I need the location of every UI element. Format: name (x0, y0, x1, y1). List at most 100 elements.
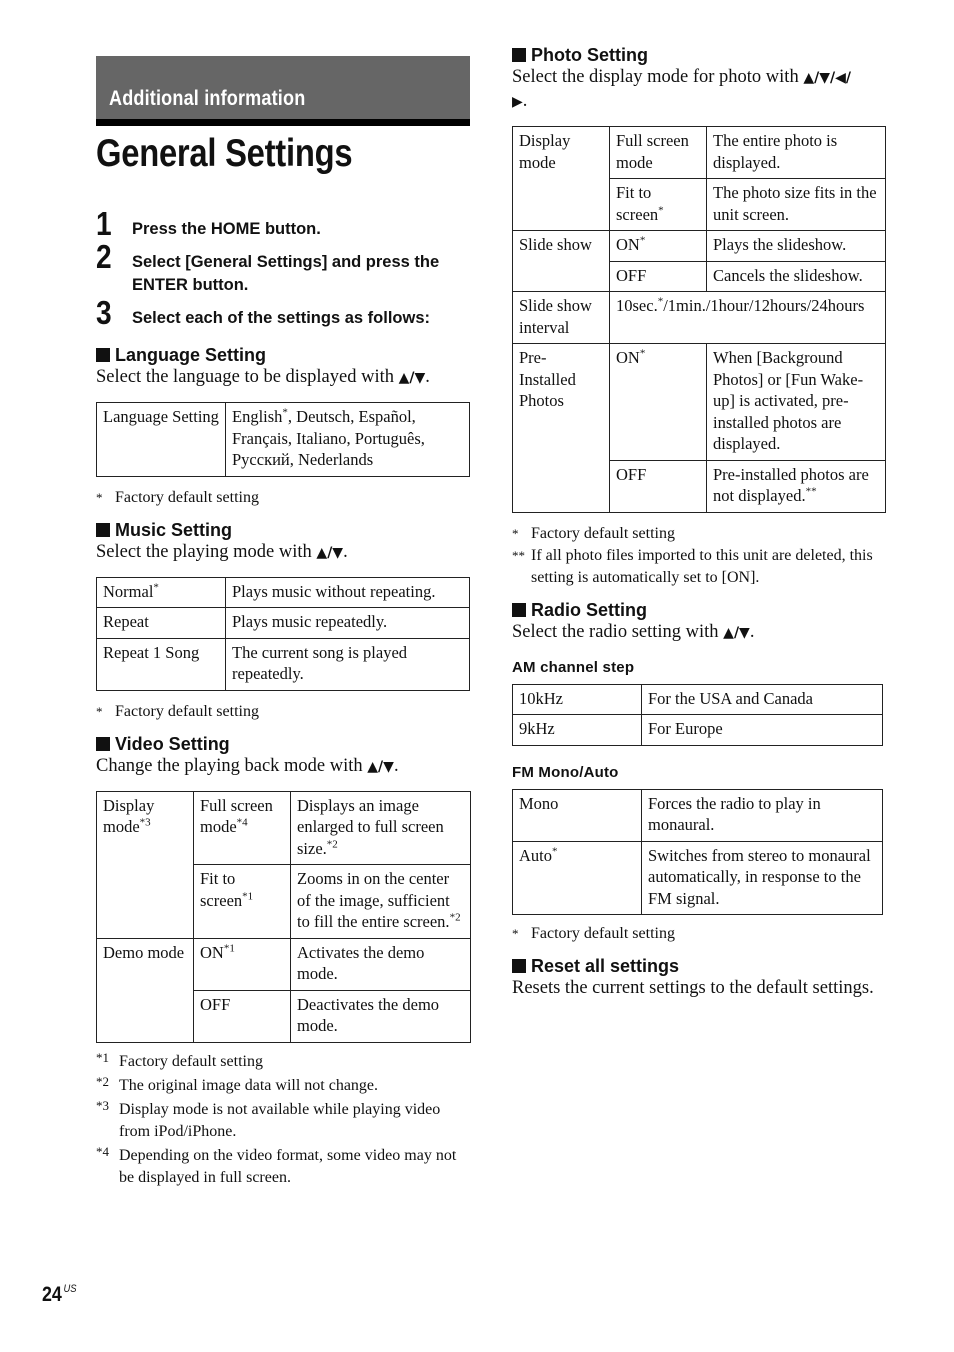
footnote-mark: * (96, 489, 103, 505)
step-1: 1 Press the HOME button. (96, 205, 470, 242)
footnote-mark: *1 (96, 1049, 109, 1065)
heading-text: Photo Setting (531, 45, 648, 65)
table-row: Mono Forces the radio to play in monaura… (512, 788, 883, 842)
table-cell-desc: For the USA and Canada (641, 683, 883, 715)
table-cell-option: Fit to screen*1 (193, 864, 291, 939)
table-cell-setting: Slide show interval (512, 291, 610, 344)
music-setting-heading: Music Setting (96, 519, 470, 541)
heading-text: Video Setting (115, 733, 230, 754)
music-table: Normal* Plays music without repeating. R… (96, 576, 470, 691)
footnote-text: Factory default setting (115, 488, 259, 506)
am-channel-table: 10kHz For the USA and Canada 9kHz For Eu… (512, 683, 883, 746)
left-column: Additional information General Settings … (96, 56, 471, 1189)
table-cell-desc: Plays the slideshow. (706, 230, 886, 262)
language-setting-heading: Language Setting (96, 344, 470, 366)
footnote: *1 Factory default setting (96, 1050, 470, 1073)
option-text: ON (200, 942, 224, 962)
table-cell-desc: Plays music without repeating. (225, 576, 470, 608)
footnote: ** If all photo files imported to this u… (512, 545, 886, 589)
table-cell-option: Fit to screen* (609, 178, 707, 231)
table-cell-label: Language Setting (96, 402, 226, 477)
heading-text: Language Setting (115, 345, 267, 365)
table-row: Repeat Plays music repeatedly. (96, 607, 470, 639)
table-cell-desc: Activates the demo mode. (290, 937, 471, 991)
table-row: Repeat 1 Song The current song is played… (96, 637, 470, 691)
square-bullet-icon (512, 602, 526, 617)
footnote: *4 Depending on the video format, some vi… (96, 1144, 470, 1189)
footnote-mark: * (153, 581, 159, 593)
footnote-mark: *4 (96, 1143, 109, 1159)
table-cell-desc: The photo size fits in the unit screen. (706, 178, 886, 231)
direction-arrows-icon: ▲/▼/◀/ (803, 70, 851, 86)
table-row: Auto* Switches from stereo to monaural a… (512, 840, 883, 915)
footnote-mark: *1 (223, 942, 235, 954)
footnote-mark: *3 (139, 816, 151, 829)
footnote-text: Factory default setting (119, 1052, 263, 1070)
table-cell-desc: Pre-installed photos are not displayed.*… (706, 459, 886, 513)
up-down-arrows-icon: ▲/▼ (367, 758, 394, 775)
desc-text: Displays an image enlarged to full scree… (297, 795, 444, 858)
video-setting-desc: Change the playing back mode with ▲/▼. (96, 755, 399, 776)
footnote: * Factory default setting (96, 487, 470, 509)
table-cell-desc: Displays an image enlarged to full scree… (290, 790, 471, 865)
step-text: Press the HOME button. (132, 220, 321, 238)
heading-text: Radio Setting (531, 599, 647, 620)
radio-setting-desc: Select the radio setting with ▲/▼. (512, 621, 755, 642)
footnote-mark: *2 (449, 911, 461, 924)
table-cell-option: OFF (609, 260, 707, 292)
steps-list: 1 Press the HOME button. 2 Select [Gener… (96, 205, 470, 331)
table-row: 10kHz For the USA and Canada (512, 683, 883, 715)
footnote: * Factory default setting (96, 701, 470, 723)
video-footnotes: *1 Factory default setting *2 The original… (96, 1050, 470, 1189)
square-bullet-icon (96, 736, 110, 751)
page-title: General Settings (96, 132, 353, 175)
photo-setting-heading: Photo Setting (512, 44, 886, 66)
footnote-mark: * (639, 347, 646, 360)
fm-mono-auto-heading: FM Mono/Auto (512, 763, 619, 781)
footnote-text: Factory default setting (531, 925, 675, 942)
table-cell-desc: For Europe (641, 714, 883, 746)
section-banner: Additional information (96, 56, 470, 119)
footnote-text: The original image data will not change. (119, 1076, 379, 1094)
footnote-mark: * (512, 525, 519, 541)
option-text: Normal (103, 581, 154, 601)
step-text: Select each of the settings as follows: (132, 309, 430, 327)
region-code: US (63, 1283, 77, 1295)
footnote-mark: *3 (96, 1097, 109, 1113)
square-bullet-icon (96, 522, 110, 537)
photo-setting-desc: Select the display mode for photo with ▲… (512, 67, 851, 111)
footnote-text: Factory default setting (115, 702, 259, 720)
step-3: 3 Select each of the settings as follows… (96, 294, 470, 331)
language-setting-desc: Select the language to be displayed with… (96, 367, 430, 387)
table-cell-desc: Deactivates the demo mode. (290, 989, 471, 1043)
option-text: ON (616, 348, 640, 367)
video-setting-heading: Video Setting (96, 733, 470, 755)
option-text: 10sec. (616, 296, 658, 315)
table-cell-option: Full screen mode*4 (193, 790, 291, 865)
footnote-mark: *1 (242, 890, 254, 902)
table-cell-desc: The current song is played repeatedly. (225, 637, 470, 691)
radio-setting-heading: Radio Setting (512, 599, 886, 621)
footnote: * Factory default setting (512, 523, 886, 545)
language-english: English (232, 407, 283, 426)
music-setting-desc: Select the playing mode with ▲/▼. (96, 541, 348, 562)
table-row: Slide show ON* Plays the slideshow. (512, 230, 886, 292)
photo-table: Display mode Full screen mode The entire… (512, 126, 886, 513)
option-text: ON (616, 235, 640, 254)
table-row: Language Setting English*, Deutsch, Espa… (96, 402, 470, 477)
up-down-arrows-icon: ▲/▼ (316, 544, 344, 561)
table-cell-desc: The entire photo is displayed. (706, 126, 886, 179)
footnote-text: Display mode is not available while play… (119, 1100, 441, 1140)
up-down-arrows-icon: ▲/▼ (398, 370, 426, 386)
table-cell-setting: Demo mode (96, 937, 194, 1043)
step-2: 2 Select [General Settings] and press th… (96, 238, 470, 297)
table-row: Pre-Installed Photos ON* When [Backgroun… (512, 343, 886, 513)
option-text: Auto (519, 845, 552, 865)
table-cell-desc: Forces the radio to play in monaural. (641, 788, 883, 842)
footnote: *2 The original image data will not chang… (96, 1074, 470, 1097)
footnote-text: Factory default setting (531, 524, 675, 542)
table-cell-option: Repeat 1 Song (96, 637, 226, 691)
table-cell-option: Repeat (96, 607, 226, 639)
step-number: 2 (96, 238, 112, 275)
footnote-mark: * (96, 703, 103, 719)
